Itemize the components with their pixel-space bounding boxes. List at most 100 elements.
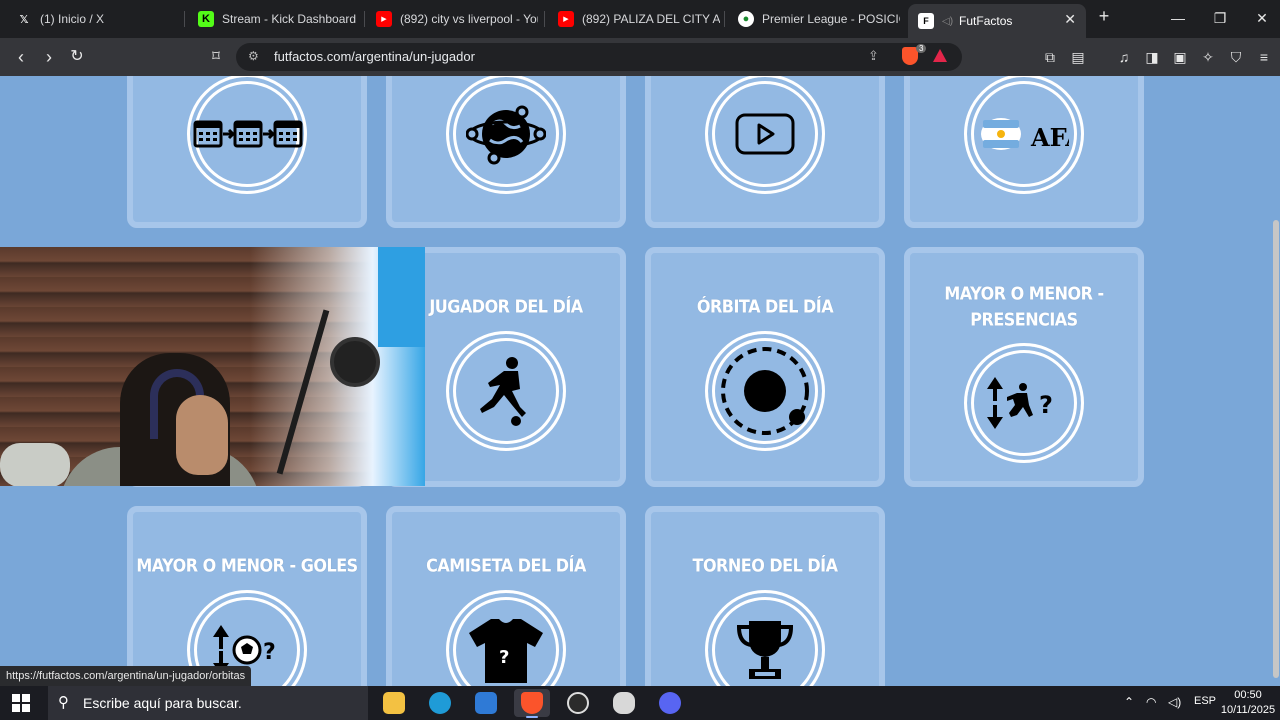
- game-card-torneo-del-dia[interactable]: TORNEO DEL DÍA: [645, 506, 885, 686]
- wallet-icon[interactable]: ▣: [1170, 47, 1190, 67]
- sidebar-toggle-icon[interactable]: ◨: [1142, 47, 1162, 67]
- language-indicator[interactable]: ESP: [1194, 695, 1216, 707]
- tab-separator: [364, 11, 365, 27]
- game-card-calendar[interactable]: [127, 76, 367, 228]
- browser-tab-strip: 𝕏 (1) Inicio / X K Stream - Kick Dashboa…: [0, 0, 1280, 38]
- link-hover-status: https://futfactos.com/argentina/un-jugad…: [0, 666, 252, 686]
- close-tab-icon[interactable]: ✕: [1064, 11, 1076, 28]
- clock-time: 00:50: [1234, 689, 1262, 701]
- streamer-face: [176, 395, 228, 475]
- page-scrollbar[interactable]: [1271, 76, 1280, 686]
- jersey-question-icon: ?: [446, 590, 566, 686]
- helicopter-app[interactable]: [606, 689, 642, 717]
- mail-app[interactable]: [468, 689, 504, 717]
- trophy-icon: [705, 590, 825, 686]
- card-title: TORNEO DEL DÍA: [692, 555, 838, 576]
- tab-separator: [724, 11, 725, 27]
- game-card-globe[interactable]: [386, 76, 626, 228]
- speaker-icon: ◁): [942, 15, 954, 27]
- leo-ai-icon[interactable]: ✧: [1198, 47, 1218, 67]
- bookmark-button[interactable]: ⌑: [205, 46, 227, 68]
- search-placeholder: Escribe aquí para buscar.: [83, 695, 242, 711]
- reload-button[interactable]: ↻: [66, 46, 88, 68]
- argentina-afa-icon: AFA: [964, 76, 1084, 194]
- card-title: MAYOR O MENOR - GOLES: [136, 555, 358, 576]
- game-card-argentina[interactable]: AFA: [904, 76, 1144, 228]
- media-controls-icon[interactable]: ♫: [1114, 47, 1134, 67]
- share-icon[interactable]: ⇪: [868, 48, 879, 64]
- taskbar-search[interactable]: ⚲ Escribe aquí para buscar.: [48, 686, 368, 720]
- x-logo-icon: 𝕏: [19, 13, 29, 26]
- volume-icon[interactable]: ◁): [1168, 695, 1181, 709]
- minimize-window-button[interactable]: —: [1158, 6, 1198, 30]
- obs-app[interactable]: [560, 689, 596, 717]
- svg-text:?: ?: [499, 647, 509, 668]
- svg-text:?: ?: [263, 640, 276, 665]
- card-title: ÓRBITA DEL DÍA: [696, 296, 834, 317]
- tab-x-inicio[interactable]: 𝕏 (1) Inicio / X: [6, 4, 178, 34]
- game-card-mayor-menor-presencias[interactable]: MAYOR O MENOR - PRESENCIAS ?: [904, 247, 1144, 487]
- obs-icon: [567, 692, 589, 714]
- address-bar[interactable]: ⚙ futfactos.com/argentina/un-jugador ⇪ 3: [236, 43, 962, 71]
- forward-button[interactable]: ›: [38, 46, 60, 68]
- brave-icon: [521, 692, 543, 714]
- edge-icon: [429, 692, 451, 714]
- card-title: CAMISETA DEL DÍA: [426, 555, 586, 576]
- edge-app[interactable]: [422, 689, 458, 717]
- url-text[interactable]: futfactos.com/argentina/un-jugador: [274, 49, 475, 64]
- mail-icon: [475, 692, 497, 714]
- close-window-button[interactable]: ✕: [1242, 6, 1280, 30]
- tab-premier-league[interactable]: ● Premier League - POSICIO: [728, 4, 900, 34]
- file-explorer-app[interactable]: [376, 689, 412, 717]
- menu-icon[interactable]: ≡: [1254, 47, 1274, 67]
- tab-kick-dashboard[interactable]: K Stream - Kick Dashboard: [188, 4, 360, 34]
- search-icon: ⚲: [58, 694, 69, 711]
- extensions-icon[interactable]: ⧉: [1040, 47, 1060, 67]
- webcam-overlay: [0, 247, 425, 486]
- soccer-ball-icon: ●: [738, 11, 754, 27]
- brave-rewards-icon[interactable]: [933, 49, 947, 62]
- svg-text:AFA: AFA: [1030, 123, 1069, 152]
- game-card-camiseta-del-dia[interactable]: CAMISETA DEL DÍA ?: [386, 506, 626, 686]
- scrollbar-thumb[interactable]: [1273, 220, 1279, 678]
- tab-youtube-city-vs-liverpool[interactable]: ▶ (892) city vs liverpool - You: [366, 4, 538, 34]
- game-card-video[interactable]: [645, 76, 885, 228]
- video-play-icon: [705, 76, 825, 194]
- microphone: [330, 337, 380, 387]
- kick-logo-icon: K: [198, 11, 214, 27]
- game-card-orbita-del-dia[interactable]: ÓRBITA DEL DÍA: [645, 247, 885, 487]
- tab-youtube-paliza[interactable]: ▶ (892) PALIZA DEL CITY AL L: [548, 4, 720, 34]
- discord-icon: [659, 692, 681, 714]
- browser-toolbar: ‹ › ↻ ⌑ ⚙ futfactos.com/argentina/un-jug…: [0, 38, 1280, 76]
- taskbar-clock[interactable]: 00:50 10/11/2025: [1219, 688, 1277, 718]
- orbit-icon: [705, 331, 825, 451]
- tab-futfactos[interactable]: F ◁) FutFactos ✕: [908, 4, 1086, 38]
- windows-taskbar: ⚲ Escribe aquí para buscar. ⌃ ◠ ◁) ESP 0…: [0, 686, 1280, 720]
- windows-start-icon[interactable]: [12, 694, 30, 712]
- youtube-icon: ▶: [558, 11, 574, 27]
- site-settings-icon[interactable]: ⚙: [248, 49, 262, 63]
- discord-app[interactable]: [652, 689, 688, 717]
- reader-mode-icon[interactable]: ▤: [1068, 47, 1088, 67]
- higher-lower-player-icon: ?: [964, 343, 1084, 463]
- restore-window-button[interactable]: ❐: [1200, 6, 1240, 30]
- active-indicator: [526, 716, 538, 718]
- wifi-icon[interactable]: ◠: [1146, 695, 1156, 709]
- svg-text:?: ?: [1039, 391, 1053, 419]
- tray-overflow-icon[interactable]: ⌃: [1124, 695, 1134, 709]
- game-card-mayor-menor-goles[interactable]: MAYOR O MENOR - GOLES ?: [127, 506, 367, 686]
- new-tab-button[interactable]: +: [1094, 6, 1114, 30]
- back-button[interactable]: ‹: [10, 46, 32, 68]
- futfactos-icon: F: [918, 13, 934, 29]
- blue-light: [378, 247, 425, 347]
- clock-date: 10/11/2025: [1220, 704, 1276, 716]
- calendar-sequence-icon: [187, 76, 307, 194]
- card-title: JUGADOR DEL DÍA: [429, 296, 583, 317]
- shields-count-badge: 3: [916, 44, 927, 53]
- youtube-icon: ▶: [376, 11, 392, 27]
- player-kicking-icon: [446, 331, 566, 451]
- app-icon: [613, 692, 635, 714]
- streamer-arm: [0, 443, 70, 486]
- vpn-shield-icon[interactable]: ⛉: [1226, 47, 1246, 67]
- brave-app[interactable]: [514, 689, 550, 718]
